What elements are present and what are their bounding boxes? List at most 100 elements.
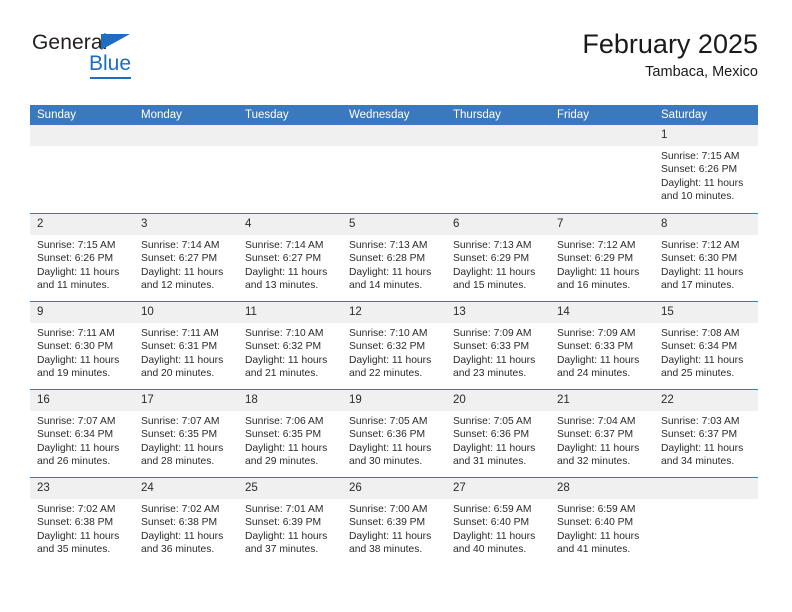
- day-number: 9: [30, 302, 134, 323]
- day-details: Sunrise: 7:12 AM Sunset: 6:29 PM Daylight:…: [550, 235, 654, 293]
- calendar-day-cell[interactable]: 21 Sunrise: 7:04 AM Sunset: 6:37 PM Dayligh…: [550, 390, 654, 477]
- calendar-day-cell[interactable]: 6 Sunrise: 7:13 AM Sunset: 6:29 PM Daylight…: [446, 214, 550, 301]
- sunrise-text: Sunrise: 7:15 AM: [37, 240, 116, 251]
- daylight-text: Daylight: 11 hours and 37 minutes.: [245, 530, 328, 556]
- calendar-day-cell[interactable]: 23 Sunrise: 7:02 AM Sunset: 6:38 PM Dayligh…: [30, 478, 134, 565]
- sunrise-text: Sunrise: 7:11 AM: [37, 328, 115, 339]
- sunset-text: Sunset: 6:34 PM: [661, 341, 738, 353]
- day-number: 28: [550, 478, 654, 499]
- calendar-day-cell[interactable]: 11 Sunrise: 7:10 AM Sunset: 6:32 PM Dayligh…: [238, 302, 342, 389]
- sunrise-text: Sunrise: 7:07 AM: [37, 416, 116, 427]
- day-number: [446, 125, 550, 146]
- sunrise-text: Sunrise: 7:02 AM: [37, 504, 116, 515]
- daylight-text: Daylight: 11 hours and 26 minutes.: [37, 442, 120, 468]
- day-details: Sunrise: 7:01 AM Sunset: 6:39 PM Daylight:…: [238, 499, 342, 557]
- sunrise-text: Sunrise: 7:08 AM: [661, 328, 740, 339]
- brand-logo[interactable]: General Blue: [30, 30, 290, 90]
- calendar-day-cell[interactable]: 28 Sunrise: 6:59 AM Sunset: 6:40 PM Dayligh…: [550, 478, 654, 565]
- sunset-text: Sunset: 6:32 PM: [245, 341, 322, 353]
- daylight-text: Daylight: 11 hours and 19 minutes.: [37, 354, 120, 380]
- calendar-grid: Sunday Monday Tuesday Wednesday Thursday Frid…: [30, 105, 758, 565]
- sunrise-text: Sunrise: 7:02 AM: [141, 504, 220, 515]
- calendar-day-cell[interactable]: 3 Sunrise: 7:14 AM Sunset: 6:27 PM Daylight…: [134, 214, 238, 301]
- calendar-day-cell-empty: [342, 125, 446, 213]
- day-number: 5: [342, 214, 446, 235]
- sunset-text: Sunset: 6:33 PM: [453, 341, 530, 353]
- weekday-header-saturday: Saturday: [661, 109, 708, 121]
- calendar-day-cell[interactable]: 10 Sunrise: 7:11 AM Sunset: 6:31 PM Dayligh…: [134, 302, 238, 389]
- calendar-day-cell[interactable]: 5 Sunrise: 7:13 AM Sunset: 6:28 PM Daylight…: [342, 214, 446, 301]
- day-number: 23: [30, 478, 134, 499]
- day-number: 15: [654, 302, 758, 323]
- sunset-text: Sunset: 6:38 PM: [141, 517, 218, 529]
- calendar-day-cell[interactable]: 14 Sunrise: 7:09 AM Sunset: 6:33 PM Dayligh…: [550, 302, 654, 389]
- daylight-text: Daylight: 11 hours and 32 minutes.: [557, 442, 640, 468]
- calendar-day-cell[interactable]: 12 Sunrise: 7:10 AM Sunset: 6:32 PM Dayligh…: [342, 302, 446, 389]
- calendar-day-cell[interactable]: 20 Sunrise: 7:05 AM Sunset: 6:36 PM Dayligh…: [446, 390, 550, 477]
- sunset-text: Sunset: 6:38 PM: [37, 517, 114, 529]
- day-number: 3: [134, 214, 238, 235]
- day-number: 25: [238, 478, 342, 499]
- day-number: 4: [238, 214, 342, 235]
- day-details: Sunrise: 7:09 AM Sunset: 6:33 PM Daylight:…: [446, 323, 550, 381]
- sunset-text: Sunset: 6:37 PM: [557, 429, 634, 441]
- day-number: 8: [654, 214, 758, 235]
- day-number: 1: [654, 125, 758, 146]
- day-number: [30, 125, 134, 146]
- day-details: Sunrise: 7:07 AM Sunset: 6:35 PM Daylight:…: [134, 411, 238, 469]
- sunset-text: Sunset: 6:37 PM: [661, 429, 738, 441]
- weekday-header-wednesday: Wednesday: [349, 109, 410, 121]
- calendar-day-cell[interactable]: 9 Sunrise: 7:11 AM Sunset: 6:30 PM Daylight…: [30, 302, 134, 389]
- calendar-week-row: 2 Sunrise: 7:15 AM Sunset: 6:26 PM Daylight…: [30, 213, 758, 301]
- day-details: Sunrise: 7:10 AM Sunset: 6:32 PM Daylight:…: [238, 323, 342, 381]
- day-details: Sunrise: 7:13 AM Sunset: 6:28 PM Daylight:…: [342, 235, 446, 293]
- calendar-day-cell[interactable]: 4 Sunrise: 7:14 AM Sunset: 6:27 PM Daylight…: [238, 214, 342, 301]
- daylight-text: Daylight: 11 hours and 15 minutes.: [453, 266, 536, 292]
- day-details: Sunrise: 7:07 AM Sunset: 6:34 PM Daylight:…: [30, 411, 134, 469]
- calendar-day-cell[interactable]: 15 Sunrise: 7:08 AM Sunset: 6:34 PM Dayligh…: [654, 302, 758, 389]
- calendar-day-cell[interactable]: 2 Sunrise: 7:15 AM Sunset: 6:26 PM Daylight…: [30, 214, 134, 301]
- day-number: 10: [134, 302, 238, 323]
- day-details: Sunrise: 7:14 AM Sunset: 6:27 PM Daylight:…: [134, 235, 238, 293]
- daylight-text: Daylight: 11 hours and 38 minutes.: [349, 530, 432, 556]
- daylight-text: Daylight: 11 hours and 34 minutes.: [661, 442, 744, 468]
- day-number: 17: [134, 390, 238, 411]
- daylight-text: Daylight: 11 hours and 20 minutes.: [141, 354, 224, 380]
- sunrise-text: Sunrise: 6:59 AM: [453, 504, 532, 515]
- daylight-text: Daylight: 11 hours and 12 minutes.: [141, 266, 224, 292]
- calendar-day-cell[interactable]: 8 Sunrise: 7:12 AM Sunset: 6:30 PM Daylight…: [654, 214, 758, 301]
- calendar-day-cell[interactable]: 7 Sunrise: 7:12 AM Sunset: 6:29 PM Daylight…: [550, 214, 654, 301]
- day-details: Sunrise: 7:11 AM Sunset: 6:30 PM Daylight:…: [30, 323, 134, 381]
- sunrise-text: Sunrise: 7:05 AM: [349, 416, 428, 427]
- sunset-text: Sunset: 6:29 PM: [557, 253, 634, 265]
- calendar-week-row: 16 Sunrise: 7:07 AM Sunset: 6:34 PM Dayligh…: [30, 389, 758, 477]
- calendar-day-cell[interactable]: 16 Sunrise: 7:07 AM Sunset: 6:34 PM Dayligh…: [30, 390, 134, 477]
- calendar-day-cell[interactable]: 13 Sunrise: 7:09 AM Sunset: 6:33 PM Dayligh…: [446, 302, 550, 389]
- calendar-day-cell[interactable]: 1 Sunrise: 7:15 AM Sunset: 6:26 PM Daylight…: [654, 125, 758, 213]
- calendar-day-cell[interactable]: 17 Sunrise: 7:07 AM Sunset: 6:35 PM Dayligh…: [134, 390, 238, 477]
- daylight-text: Daylight: 11 hours and 24 minutes.: [557, 354, 640, 380]
- day-details: Sunrise: 7:14 AM Sunset: 6:27 PM Daylight:…: [238, 235, 342, 293]
- calendar-day-cell-empty: [550, 125, 654, 213]
- sunrise-text: Sunrise: 7:14 AM: [141, 240, 220, 251]
- sunrise-text: Sunrise: 7:09 AM: [453, 328, 532, 339]
- calendar-day-cell[interactable]: 22 Sunrise: 7:03 AM Sunset: 6:37 PM Dayligh…: [654, 390, 758, 477]
- calendar-day-cell[interactable]: 19 Sunrise: 7:05 AM Sunset: 6:36 PM Dayligh…: [342, 390, 446, 477]
- day-details: Sunrise: 7:06 AM Sunset: 6:35 PM Daylight:…: [238, 411, 342, 469]
- daylight-text: Daylight: 11 hours and 31 minutes.: [453, 442, 536, 468]
- sunrise-text: Sunrise: 7:12 AM: [661, 240, 740, 251]
- calendar-day-cell[interactable]: 24 Sunrise: 7:02 AM Sunset: 6:38 PM Dayligh…: [134, 478, 238, 565]
- calendar-day-cell[interactable]: 25 Sunrise: 7:01 AM Sunset: 6:39 PM Dayligh…: [238, 478, 342, 565]
- day-details: Sunrise: 7:10 AM Sunset: 6:32 PM Daylight:…: [342, 323, 446, 381]
- daylight-text: Daylight: 11 hours and 25 minutes.: [661, 354, 744, 380]
- day-number: 22: [654, 390, 758, 411]
- calendar-day-cell[interactable]: 26 Sunrise: 7:00 AM Sunset: 6:39 PM Dayligh…: [342, 478, 446, 565]
- sunset-text: Sunset: 6:34 PM: [37, 429, 114, 441]
- sunrise-text: Sunrise: 7:01 AM: [245, 504, 324, 515]
- sunrise-text: Sunrise: 7:10 AM: [245, 328, 324, 339]
- calendar-day-cell[interactable]: 27 Sunrise: 6:59 AM Sunset: 6:40 PM Dayligh…: [446, 478, 550, 565]
- day-number: 13: [446, 302, 550, 323]
- calendar-day-cell-empty: [446, 125, 550, 213]
- calendar-day-cell-empty: [30, 125, 134, 213]
- calendar-day-cell[interactable]: 18 Sunrise: 7:06 AM Sunset: 6:35 PM Dayligh…: [238, 390, 342, 477]
